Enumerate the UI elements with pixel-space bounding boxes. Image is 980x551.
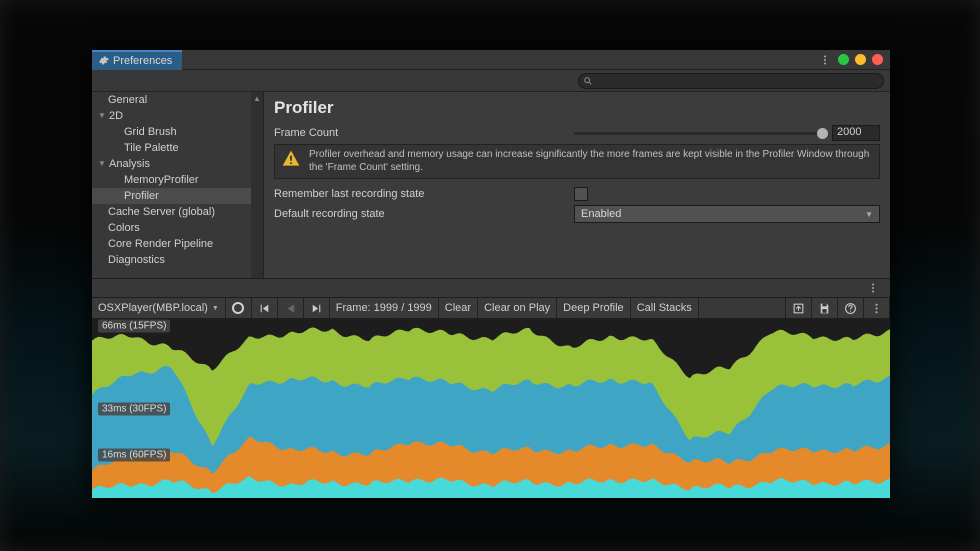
- sidebar-item-label: Analysis: [109, 156, 150, 172]
- preferences-sidebar: General▼2DGrid BrushTile Palette▼Analysi…: [92, 92, 264, 278]
- record-button[interactable]: [226, 298, 252, 318]
- tab-label: Preferences: [113, 55, 172, 67]
- sidebar-item[interactable]: Core Render Pipeline: [92, 236, 263, 252]
- sidebar-item-label: Colors: [108, 220, 140, 236]
- sidebar-item-label: Tile Palette: [124, 140, 179, 156]
- kebab-menu-icon[interactable]: [816, 50, 834, 70]
- maximize-button[interactable]: [855, 54, 866, 65]
- titlebar: Preferences: [92, 50, 890, 70]
- save-button[interactable]: [812, 298, 838, 318]
- skip-back-icon: [258, 302, 271, 315]
- profiler-toolbar: OSXPlayer(MBP.local) ▼ Frame: 1999 / 199…: [92, 298, 890, 319]
- scroll-up-icon[interactable]: ▲: [251, 92, 263, 104]
- search-input[interactable]: [578, 73, 884, 89]
- slider-knob[interactable]: [817, 128, 828, 139]
- target-dropdown[interactable]: OSXPlayer(MBP.local) ▼: [92, 298, 226, 318]
- minimize-button[interactable]: [838, 54, 849, 65]
- target-label: OSXPlayer(MBP.local): [98, 302, 208, 314]
- remember-checkbox[interactable]: [574, 187, 588, 201]
- close-button[interactable]: [872, 54, 883, 65]
- help-button[interactable]: [838, 298, 864, 318]
- dropdown-value: Enabled: [581, 208, 621, 220]
- save-icon: [818, 302, 831, 315]
- remember-label: Remember last recording state: [274, 188, 574, 200]
- deep-profile-button[interactable]: Deep Profile: [557, 298, 631, 318]
- sidebar-item[interactable]: Colors: [92, 220, 263, 236]
- gear-icon: [98, 55, 109, 66]
- tab-preferences[interactable]: Preferences: [92, 50, 182, 70]
- load-icon: [792, 302, 805, 315]
- warning-box: Profiler overhead and memory usage can i…: [274, 144, 880, 179]
- fps-gridline-label: 33ms (30FPS): [98, 402, 170, 415]
- fps-gridline-label: 66ms (15FPS): [98, 320, 170, 333]
- default-recording-dropdown[interactable]: Enabled ▼: [574, 205, 880, 223]
- chevron-down-icon: ▼: [212, 305, 219, 312]
- load-button[interactable]: [786, 298, 812, 318]
- sidebar-item-label: General: [108, 92, 147, 108]
- profiler-chart[interactable]: 66ms (15FPS) 33ms (30FPS) 16ms (60FPS): [92, 319, 890, 498]
- call-stacks-button[interactable]: Call Stacks: [631, 298, 699, 318]
- sidebar-item[interactable]: Profiler: [92, 188, 263, 204]
- sidebar-item[interactable]: General: [92, 92, 263, 108]
- sidebar-item-label: Grid Brush: [124, 124, 177, 140]
- sidebar-item[interactable]: Diagnostics: [92, 252, 263, 268]
- frame-next-button[interactable]: [304, 298, 330, 318]
- search-row: [92, 70, 890, 92]
- sidebar-item-label: Diagnostics: [108, 252, 165, 268]
- sidebar-item[interactable]: Cache Server (global): [92, 204, 263, 220]
- frame-first-button[interactable]: [252, 298, 278, 318]
- sidebar-item-label: Profiler: [124, 188, 159, 204]
- clear-on-play-button[interactable]: Clear on Play: [478, 298, 557, 318]
- page-title: Profiler: [274, 98, 880, 118]
- foldout-icon: ▼: [98, 156, 106, 172]
- traffic-lights: [834, 54, 890, 65]
- preferences-panel: Profiler Frame Count 2000 Profiler overh…: [264, 92, 890, 278]
- warning-text: Profiler overhead and memory usage can i…: [309, 149, 873, 174]
- clear-button[interactable]: Clear: [439, 298, 478, 318]
- search-icon: [583, 76, 593, 86]
- chevron-down-icon: ▼: [865, 210, 873, 219]
- record-icon: [232, 302, 244, 314]
- sidebar-item-label: Core Render Pipeline: [108, 236, 213, 252]
- sidebar-item-label: Cache Server (global): [108, 204, 215, 220]
- frame-count-slider[interactable]: [574, 132, 828, 135]
- preferences-window: Preferences General▼2DGrid BrushTile Pal…: [92, 50, 890, 498]
- toolbar-kebab-icon[interactable]: [864, 298, 890, 318]
- frame-indicator: Frame: 1999 / 1999: [330, 298, 439, 318]
- sidebar-item-label: MemoryProfiler: [124, 172, 199, 188]
- sidebar-item[interactable]: MemoryProfiler: [92, 172, 263, 188]
- profiler-header-row: [92, 278, 890, 298]
- sidebar-item[interactable]: ▼Analysis: [92, 156, 263, 172]
- warning-icon: [281, 149, 301, 169]
- frame-count-field[interactable]: 2000: [832, 125, 880, 141]
- frame-prev-button[interactable]: [278, 298, 304, 318]
- sidebar-item-label: 2D: [109, 108, 123, 124]
- help-icon: [844, 302, 857, 315]
- step-back-icon: [284, 302, 297, 315]
- profiler-kebab-menu-icon[interactable]: [864, 278, 882, 298]
- skip-forward-icon: [310, 302, 323, 315]
- frame-count-label: Frame Count: [274, 127, 574, 139]
- sidebar-item[interactable]: ▼2D: [92, 108, 263, 124]
- default-recording-label: Default recording state: [274, 208, 574, 220]
- sidebar-scrollbar[interactable]: ▲: [251, 92, 263, 278]
- foldout-icon: ▼: [98, 108, 106, 124]
- sidebar-item[interactable]: Grid Brush: [92, 124, 263, 140]
- sidebar-item[interactable]: Tile Palette: [92, 140, 263, 156]
- fps-gridline-label: 16ms (60FPS): [98, 448, 170, 461]
